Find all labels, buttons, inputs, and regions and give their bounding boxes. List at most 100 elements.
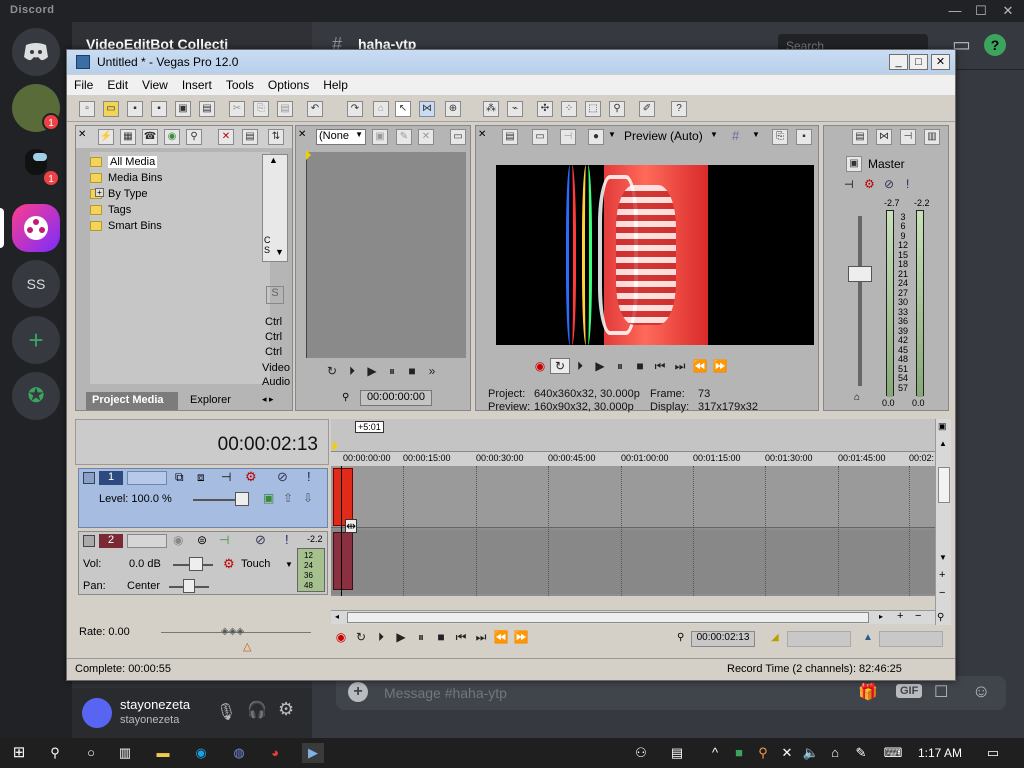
browser-icon[interactable]: ◉ bbox=[190, 743, 212, 763]
media-fx-icon[interactable]: ◉ bbox=[164, 129, 180, 145]
headphones-icon[interactable]: 🎧 bbox=[247, 700, 267, 720]
audio-track-name-input[interactable] bbox=[127, 534, 167, 548]
zoom-in-vertical-icon[interactable]: + bbox=[939, 569, 945, 581]
video-parent-icon[interactable]: ⇧ bbox=[283, 491, 293, 505]
cortana-icon[interactable]: ○ bbox=[80, 743, 102, 763]
save-icon[interactable]: ▪ bbox=[127, 101, 143, 117]
audio-automation-mode[interactable]: Touch bbox=[241, 558, 270, 570]
vegas-taskbar-icon[interactable]: ▶ bbox=[302, 743, 324, 763]
video-motion-icon[interactable]: ⧈ bbox=[197, 470, 205, 485]
vscroll-thumb[interactable] bbox=[938, 467, 950, 503]
tl-record-icon[interactable]: ◉ bbox=[331, 630, 351, 644]
play-icon[interactable]: ▶ bbox=[590, 359, 610, 373]
lock-envelopes-icon[interactable]: ⌁ bbox=[507, 101, 523, 117]
menu-view[interactable]: View bbox=[135, 75, 175, 92]
previous-frame-icon[interactable]: ⏪ bbox=[690, 359, 710, 373]
go-to-end-icon[interactable]: ⏭ bbox=[670, 359, 690, 374]
tree-item-by-type[interactable]: By Type bbox=[90, 186, 270, 202]
normal-edit-tool-icon[interactable]: ↖ bbox=[395, 101, 411, 117]
time-ruler[interactable]: 00:00:00:00 00:00:15:00 00:00:30:00 00:0… bbox=[331, 451, 935, 465]
menu-edit[interactable]: Edit bbox=[100, 75, 135, 92]
record-icon[interactable]: ◉ bbox=[530, 359, 550, 373]
task-view-icon[interactable]: ▥ bbox=[114, 743, 136, 763]
enable-snapping-icon[interactable]: ⊕ bbox=[445, 101, 461, 117]
news-icon[interactable]: ▤ bbox=[666, 743, 688, 763]
zoom-out-vertical-icon[interactable]: − bbox=[939, 587, 945, 599]
timeline-vertical-scrollbar[interactable]: ▣ ▲ ▼ + − bbox=[935, 419, 951, 625]
attach-icon[interactable]: + bbox=[348, 682, 368, 702]
trimmer-view[interactable] bbox=[306, 152, 466, 358]
video-envelope-icon[interactable]: ▣ bbox=[263, 491, 274, 505]
zoom-tool-small-icon[interactable]: ⚲ bbox=[937, 612, 944, 623]
trimmer-close-icon[interactable]: ✕ bbox=[298, 129, 306, 140]
video-mute-icon[interactable]: ⊘ bbox=[277, 469, 288, 485]
tree-item-smart-bins[interactable]: Smart Bins bbox=[90, 218, 270, 234]
tray-volume-muted-icon[interactable]: ✕ bbox=[776, 743, 798, 763]
eraser-icon[interactable]: ✐ bbox=[639, 101, 655, 117]
tray-pen-icon[interactable]: ✎ bbox=[850, 743, 872, 763]
new-project-icon[interactable]: ▫ bbox=[79, 101, 95, 117]
video-child-icon[interactable]: ⇩ bbox=[303, 491, 313, 505]
emoji-icon[interactable]: ☺ bbox=[972, 681, 990, 702]
save-as-icon[interactable]: ▪ bbox=[151, 101, 167, 117]
discord-home-icon[interactable] bbox=[12, 28, 60, 76]
auto-ripple-icon[interactable]: ⁂ bbox=[483, 101, 499, 117]
minimize-icon[interactable]: — bbox=[942, 2, 968, 20]
rate-slider-handle[interactable]: ◈◈◈ bbox=[221, 626, 244, 637]
tab-scroll-icon[interactable]: ◂ ▸ bbox=[262, 394, 274, 405]
tl-pause-icon[interactable]: ⏸ bbox=[411, 630, 431, 645]
snap-icon[interactable]: ✣ bbox=[537, 101, 553, 117]
cut-icon[interactable]: ✂ bbox=[229, 101, 245, 117]
preview-mode-dropdown[interactable]: Preview (Auto) bbox=[624, 129, 703, 143]
trimmer-delete-icon[interactable]: ✕ bbox=[418, 129, 434, 145]
user-settings-icon[interactable]: ⚙ bbox=[278, 699, 294, 720]
track-minimize-icon[interactable] bbox=[83, 472, 95, 484]
preview-close-icon[interactable]: ✕ bbox=[478, 129, 486, 140]
server-icon-video-edit[interactable] bbox=[12, 204, 60, 252]
video-event-clip[interactable] bbox=[333, 468, 353, 526]
go-to-start-icon[interactable]: ⏮ bbox=[650, 359, 670, 374]
next-frame-icon[interactable]: ⏩ bbox=[710, 359, 730, 373]
copy-snapshot-icon[interactable]: ⎘ bbox=[772, 129, 788, 145]
track-list-menu-icon[interactable]: ▣ bbox=[938, 421, 947, 432]
paste-icon[interactable]: ▤ bbox=[277, 101, 293, 117]
history-icon[interactable]: ⌂ bbox=[373, 101, 389, 117]
tl-go-to-end-icon[interactable]: ⏭ bbox=[471, 630, 491, 645]
sticker-icon[interactable]: ☐ bbox=[934, 682, 948, 702]
message-composer[interactable]: + Message #haha-ytp 🎁 GIF ☐ ☺ bbox=[336, 676, 1006, 710]
vscroll-up-icon[interactable]: ▲ bbox=[939, 439, 947, 448]
trimmer-loop-icon[interactable]: ↻ bbox=[322, 364, 342, 378]
split-screen-icon[interactable]: ⊣ bbox=[560, 129, 576, 145]
help-icon[interactable]: ? bbox=[984, 34, 1006, 56]
trimmer-dropdown[interactable]: (None ▼ bbox=[316, 129, 366, 145]
gift-icon[interactable]: 🎁 bbox=[858, 682, 878, 702]
tl-loop-icon[interactable]: ↻ bbox=[351, 630, 371, 644]
menu-help[interactable]: Help bbox=[316, 75, 355, 92]
close-icon[interactable]: ✕ bbox=[995, 2, 1021, 20]
audio-vol-slider-handle[interactable] bbox=[189, 557, 203, 571]
maximize-icon[interactable]: ☐ bbox=[968, 2, 994, 20]
hscroll-left-icon[interactable]: ◂ bbox=[335, 612, 339, 621]
downmix-icon[interactable]: ⋈ bbox=[876, 129, 892, 145]
hscroll-thumb[interactable] bbox=[347, 612, 869, 623]
message-input[interactable]: Message #haha-ytp bbox=[384, 685, 507, 701]
trimmer-pause-icon[interactable]: ⏸ bbox=[382, 364, 402, 379]
file-explorer-icon[interactable]: ▬ bbox=[152, 743, 174, 763]
video-compositing-icon[interactable]: ⧉ bbox=[175, 470, 184, 485]
audio-solo-icon[interactable]: ! bbox=[285, 532, 289, 547]
tab-explorer[interactable]: Explorer bbox=[180, 392, 260, 410]
video-track-lane[interactable] bbox=[331, 466, 935, 528]
timeline-horizontal-scrollbar[interactable]: ◂ ▸ + − bbox=[331, 610, 935, 624]
audio-mute-icon[interactable]: ⊘ bbox=[255, 532, 266, 548]
trimmer-more-icon[interactable]: » bbox=[422, 364, 442, 378]
trimmer-play-icon[interactable]: ▶ bbox=[362, 364, 382, 378]
discord-taskbar-icon[interactable]: ◍ bbox=[228, 743, 250, 763]
chrome-icon[interactable]: ◕ bbox=[264, 743, 286, 763]
vscroll-down-icon[interactable]: ▼ bbox=[939, 553, 947, 562]
envelope-tool-icon[interactable]: ⋈ bbox=[419, 101, 435, 117]
render-icon[interactable]: ▣ bbox=[175, 101, 191, 117]
trimmer-play-from-start-icon[interactable]: ⏵ bbox=[342, 364, 362, 379]
automation-dropdown-icon[interactable]: ▼ bbox=[285, 560, 293, 569]
tl-previous-frame-icon[interactable]: ⏪ bbox=[491, 630, 511, 644]
panel-close-icon[interactable]: ✕ bbox=[78, 129, 86, 140]
